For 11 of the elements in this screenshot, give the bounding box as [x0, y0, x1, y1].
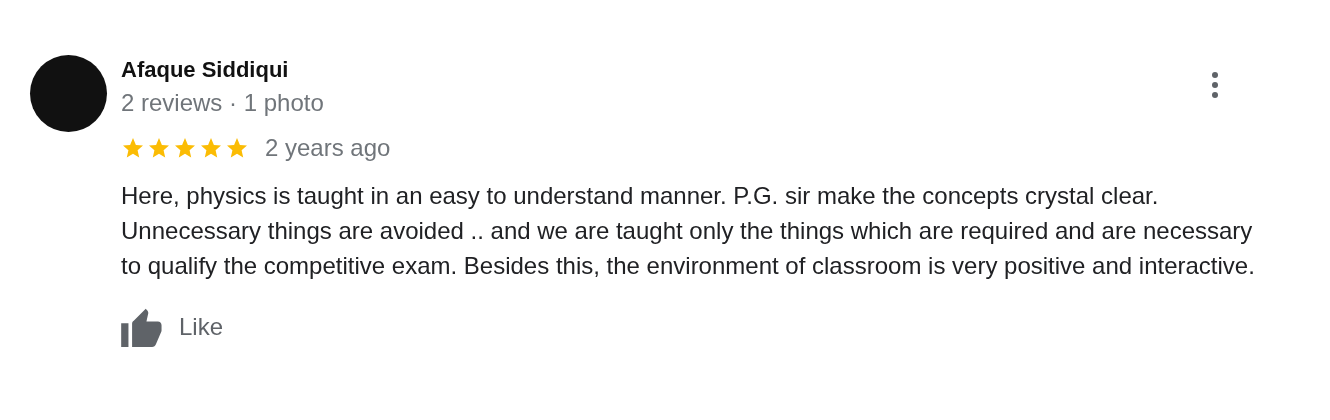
review-meta: 2 reviews · 1 photo — [121, 89, 324, 117]
star-icon — [225, 136, 249, 160]
like-button[interactable]: Like — [121, 307, 224, 347]
review-time: 2 years ago — [265, 134, 391, 162]
review-text: Here, physics is taught in an easy to understand manner. P.G. sir make the concepts crystal clear. Unnecessary things are avoided .. and we are taught only the things which are required and are necessary to qualify the competitive exam. Besides this, the environment of classroom is very positive and interactive. — [121, 181, 1256, 281]
star-icon — [147, 136, 171, 160]
star-icon — [121, 136, 145, 160]
star-icon — [173, 136, 197, 160]
author-name: Afaque Siddiqui — [121, 56, 289, 84]
star-icon — [199, 136, 223, 160]
thumbs-up-icon — [121, 307, 165, 347]
